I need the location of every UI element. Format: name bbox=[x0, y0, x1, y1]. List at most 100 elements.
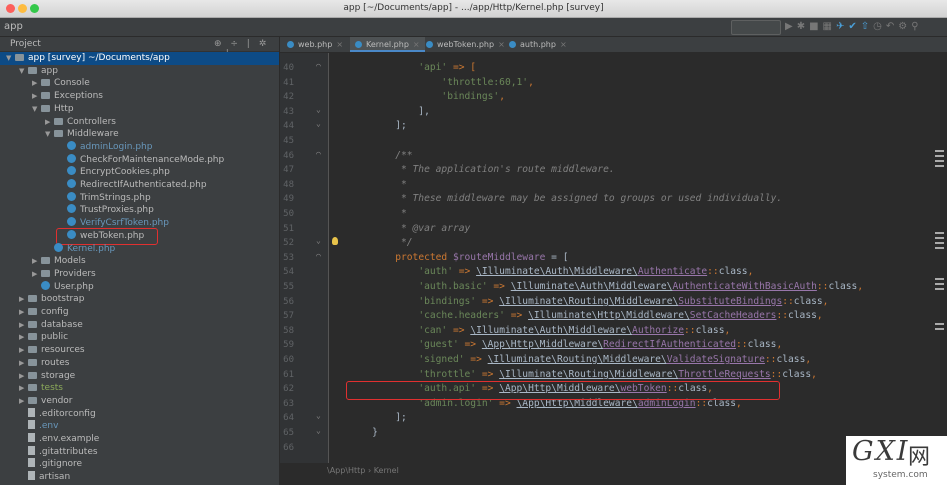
code-line[interactable]: 'can' => \Illuminate\Auth\Middleware\Aut… bbox=[349, 324, 730, 339]
tree-item[interactable]: ▶ public bbox=[0, 331, 279, 344]
code-line[interactable]: /** bbox=[349, 149, 412, 164]
revert-icon[interactable]: ↶ bbox=[886, 21, 898, 32]
tab-kernel[interactable]: Kernel.php × bbox=[350, 37, 425, 52]
tree-item[interactable]: adminLogin.php bbox=[0, 140, 279, 154]
code-line[interactable]: * These middleware may be assigned to gr… bbox=[349, 192, 782, 207]
tree-item[interactable]: ▶ routes bbox=[0, 357, 279, 370]
expand-right-icon[interactable]: ▶ bbox=[19, 331, 28, 344]
code-line[interactable]: 'signed' => \Illuminate\Routing\Middlewa… bbox=[349, 353, 811, 368]
tree-item[interactable]: ▼ Http bbox=[0, 103, 279, 116]
code-line[interactable]: 'cache.headers' => \Illuminate\Http\Midd… bbox=[349, 309, 822, 324]
tree-item[interactable]: .env.example bbox=[0, 433, 279, 446]
tree-item[interactable]: ▶ vendor bbox=[0, 395, 279, 408]
stop-icon[interactable]: ■ bbox=[809, 21, 822, 32]
project-panel-title[interactable]: Project bbox=[10, 39, 41, 49]
tab-web[interactable]: web.php × bbox=[282, 37, 348, 52]
code-line[interactable]: */ bbox=[349, 236, 413, 251]
expand-down-icon[interactable]: ▼ bbox=[6, 52, 15, 65]
expand-right-icon[interactable]: ▶ bbox=[32, 255, 41, 268]
run-configuration-select[interactable] bbox=[731, 20, 781, 35]
expand-right-icon[interactable]: ▶ bbox=[32, 77, 41, 90]
tree-item[interactable]: TrustProxies.php bbox=[0, 204, 279, 217]
expand-right-icon[interactable]: ▶ bbox=[19, 344, 28, 357]
expand-right-icon[interactable]: ▶ bbox=[32, 268, 41, 281]
settings-icon[interactable]: ⚙ bbox=[898, 21, 911, 32]
tree-item[interactable]: .editorconfig bbox=[0, 407, 279, 421]
fold-marker-icon[interactable]: ⌄ bbox=[316, 119, 321, 128]
build-icon[interactable]: ▦ bbox=[823, 21, 836, 32]
search-icon[interactable]: ⚲ bbox=[911, 21, 922, 32]
tree-item[interactable]: EncryptCookies.php bbox=[0, 166, 279, 179]
code-line[interactable]: ]; bbox=[349, 119, 407, 134]
code-line[interactable]: } bbox=[349, 426, 378, 441]
close-tab-icon[interactable]: × bbox=[560, 40, 567, 49]
expand-right-icon[interactable]: ▶ bbox=[32, 90, 41, 103]
code-line[interactable]: * bbox=[349, 178, 407, 193]
tree-item[interactable]: ▶ Console bbox=[0, 77, 279, 90]
history-icon[interactable]: ◷ bbox=[873, 21, 886, 32]
run-icon[interactable]: ▶ bbox=[785, 21, 797, 32]
fold-marker-icon[interactable]: ⌄ bbox=[316, 411, 321, 420]
tree-item[interactable]: ▶ database bbox=[0, 319, 279, 332]
tree-item[interactable]: ▼ app bbox=[0, 65, 279, 78]
tree-item[interactable]: ▶ Providers bbox=[0, 268, 279, 281]
tree-item[interactable]: ▶ Models bbox=[0, 255, 279, 268]
expand-down-icon[interactable]: ▼ bbox=[45, 128, 54, 141]
code-line[interactable]: * The application's route middleware. bbox=[349, 163, 615, 178]
code-line[interactable]: 'auth' => \Illuminate\Auth\Middleware\Au… bbox=[349, 265, 753, 280]
expand-down-icon[interactable]: ▼ bbox=[32, 103, 41, 116]
tree-item[interactable]: ▶ storage bbox=[0, 370, 279, 383]
tree-item[interactable]: ▶ Exceptions bbox=[0, 90, 279, 103]
code-line[interactable]: * bbox=[349, 207, 407, 222]
tree-item[interactable]: .gitattributes bbox=[0, 445, 279, 459]
code-line[interactable]: 'throttle' => \Illuminate\Routing\Middle… bbox=[349, 368, 817, 383]
code-line[interactable]: 'bindings' => \Illuminate\Routing\Middle… bbox=[349, 295, 828, 310]
update-icon[interactable]: ✈ bbox=[836, 21, 848, 32]
expand-right-icon[interactable]: ▶ bbox=[19, 357, 28, 370]
code-line[interactable]: 'guest' => \App\Http\Middleware\Redirect… bbox=[349, 338, 782, 353]
expand-right-icon[interactable]: ▶ bbox=[19, 293, 28, 306]
code-line[interactable]: 'bindings', bbox=[349, 90, 505, 105]
tree-item[interactable]: artisan bbox=[0, 471, 279, 484]
tree-item[interactable]: ▶ Controllers bbox=[0, 116, 279, 129]
toolbar-icons[interactable]: ▶✱■▦✈✔⇧◷↶⚙⚲ bbox=[785, 21, 923, 32]
code-line[interactable]: 'api' => [ bbox=[349, 61, 476, 76]
expand-right-icon[interactable]: ▶ bbox=[45, 116, 54, 129]
tree-item[interactable]: User.php bbox=[0, 280, 279, 294]
tree-item[interactable]: ▶ tests bbox=[0, 382, 279, 395]
tree-item[interactable]: ▼ Middleware bbox=[0, 128, 279, 141]
tree-item[interactable]: CheckForMaintenanceMode.php bbox=[0, 153, 279, 167]
tab-webtoken[interactable]: webToken.php × bbox=[421, 37, 510, 52]
code-line[interactable]: ]; bbox=[349, 411, 407, 426]
fold-marker-icon[interactable]: ⌒ bbox=[316, 61, 321, 70]
vcs-check-icon[interactable]: ✔ bbox=[848, 21, 860, 32]
expand-down-icon[interactable]: ▼ bbox=[19, 65, 28, 78]
fold-marker-icon[interactable]: ⌒ bbox=[316, 149, 321, 158]
breadcrumb[interactable]: \App\Http › Kernel bbox=[327, 466, 399, 475]
code-line[interactable]: ], bbox=[349, 105, 430, 120]
expand-right-icon[interactable]: ▶ bbox=[19, 370, 28, 383]
fold-marker-icon[interactable]: ⌄ bbox=[316, 236, 321, 245]
tree-item[interactable]: Kernel.php bbox=[0, 242, 279, 256]
code-line[interactable]: protected $routeMiddleware = [ bbox=[349, 251, 568, 266]
tree-item[interactable]: RedirectIfAuthenticated.php bbox=[0, 179, 279, 192]
tree-item[interactable]: ▶ config bbox=[0, 306, 279, 319]
tree-item[interactable]: .env bbox=[0, 420, 279, 433]
vcs-push-icon[interactable]: ⇧ bbox=[861, 21, 873, 32]
fold-marker-icon[interactable]: ⌄ bbox=[316, 105, 321, 114]
tab-auth[interactable]: auth.php × bbox=[504, 37, 572, 52]
fold-marker-icon[interactable]: ⌄ bbox=[316, 426, 321, 435]
expand-right-icon[interactable]: ▶ bbox=[19, 306, 28, 319]
code-line[interactable]: 'throttle:60,1', bbox=[349, 76, 533, 91]
fold-marker-icon[interactable]: ⌒ bbox=[316, 251, 321, 260]
close-tab-icon[interactable]: × bbox=[413, 40, 420, 49]
tree-item[interactable]: ▶ resources bbox=[0, 344, 279, 357]
tree-item[interactable]: ▶ bootstrap bbox=[0, 293, 279, 306]
tree-item[interactable]: ▼ app [survey] ~/Documents/app bbox=[0, 52, 279, 65]
lightbulb-icon[interactable] bbox=[332, 237, 338, 245]
breadcrumb-namespace[interactable]: \App\Http bbox=[327, 466, 365, 475]
breadcrumb-class[interactable]: Kernel bbox=[374, 466, 399, 475]
expand-right-icon[interactable]: ▶ bbox=[19, 395, 28, 408]
project-name[interactable]: app bbox=[4, 21, 23, 32]
tree-item[interactable]: TrimStrings.php bbox=[0, 191, 279, 205]
